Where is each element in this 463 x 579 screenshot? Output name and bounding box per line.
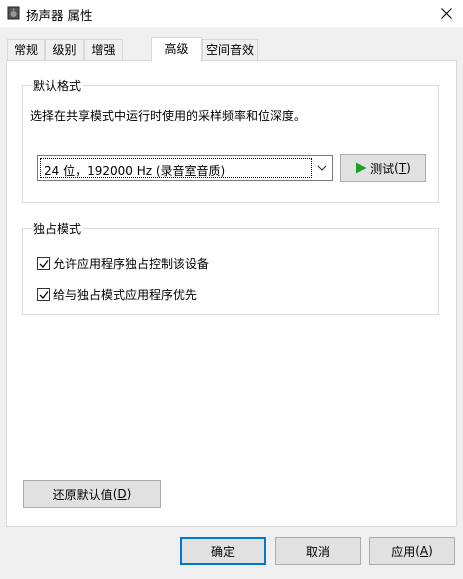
format-select[interactable]: 24 位，192000 Hz (录音室音质) xyxy=(37,155,333,181)
default-format-group: 默认格式 xyxy=(22,77,439,203)
ok-button-label: 确定 xyxy=(210,544,235,559)
test-button-label: 测试 xyxy=(370,161,395,176)
restore-defaults-button[interactable]: 还原默认值(D) xyxy=(23,480,161,508)
apply-button[interactable]: 应用(A) xyxy=(369,537,455,565)
allow-exclusive-label: 允许应用程序独占控制该设备 xyxy=(53,257,210,271)
exclusive-priority-label: 给与独占模式应用程序优先 xyxy=(53,288,198,302)
exclusive-mode-legend: 独占模式 xyxy=(31,220,84,237)
title-bar: 扬声器 属性 xyxy=(0,0,463,27)
exclusive-priority-checkbox[interactable] xyxy=(37,288,50,301)
window-title: 扬声器 属性 xyxy=(26,8,93,23)
default-format-description: 选择在共享模式中运行时使用的采样频率和位深度。 xyxy=(30,109,307,123)
exclusive-priority-checkbox-row[interactable]: 给与独占模式应用程序优先 xyxy=(37,286,197,303)
checkmark-icon xyxy=(39,290,49,299)
close-icon xyxy=(441,8,452,19)
checkmark-icon xyxy=(39,259,49,268)
format-select-value: 24 位，192000 Hz (录音室音质) xyxy=(44,164,226,178)
restore-defaults-mnemonic: D xyxy=(117,487,127,501)
default-format-legend: 默认格式 xyxy=(31,77,84,94)
play-icon xyxy=(356,162,367,174)
close-button[interactable] xyxy=(430,0,463,27)
apply-button-mnemonic: A xyxy=(419,544,429,558)
cancel-button[interactable]: 取消 xyxy=(275,537,361,565)
apply-button-label: 应用 xyxy=(391,544,416,559)
speaker-icon xyxy=(7,6,20,20)
ok-button[interactable]: 确定 xyxy=(180,537,266,565)
test-button[interactable]: 测试(T) xyxy=(340,154,426,182)
tab-levels[interactable]: 级别 xyxy=(45,39,84,61)
cancel-button-label: 取消 xyxy=(305,544,330,559)
allow-exclusive-checkbox[interactable] xyxy=(37,257,50,270)
tab-advanced[interactable]: 高级 xyxy=(151,37,202,62)
allow-exclusive-checkbox-row[interactable]: 允许应用程序独占控制该设备 xyxy=(37,255,209,272)
restore-defaults-label: 还原默认值 xyxy=(52,487,113,502)
test-button-mnemonic: T xyxy=(398,161,407,175)
tab-spatial-sound[interactable]: 空间音效 xyxy=(202,39,258,61)
tab-enhancements[interactable]: 增强 xyxy=(84,39,123,61)
chevron-down-icon xyxy=(317,165,327,171)
format-select-focus: 24 位，192000 Hz (录音室音质) xyxy=(40,158,312,178)
tab-general[interactable]: 常规 xyxy=(7,39,45,61)
